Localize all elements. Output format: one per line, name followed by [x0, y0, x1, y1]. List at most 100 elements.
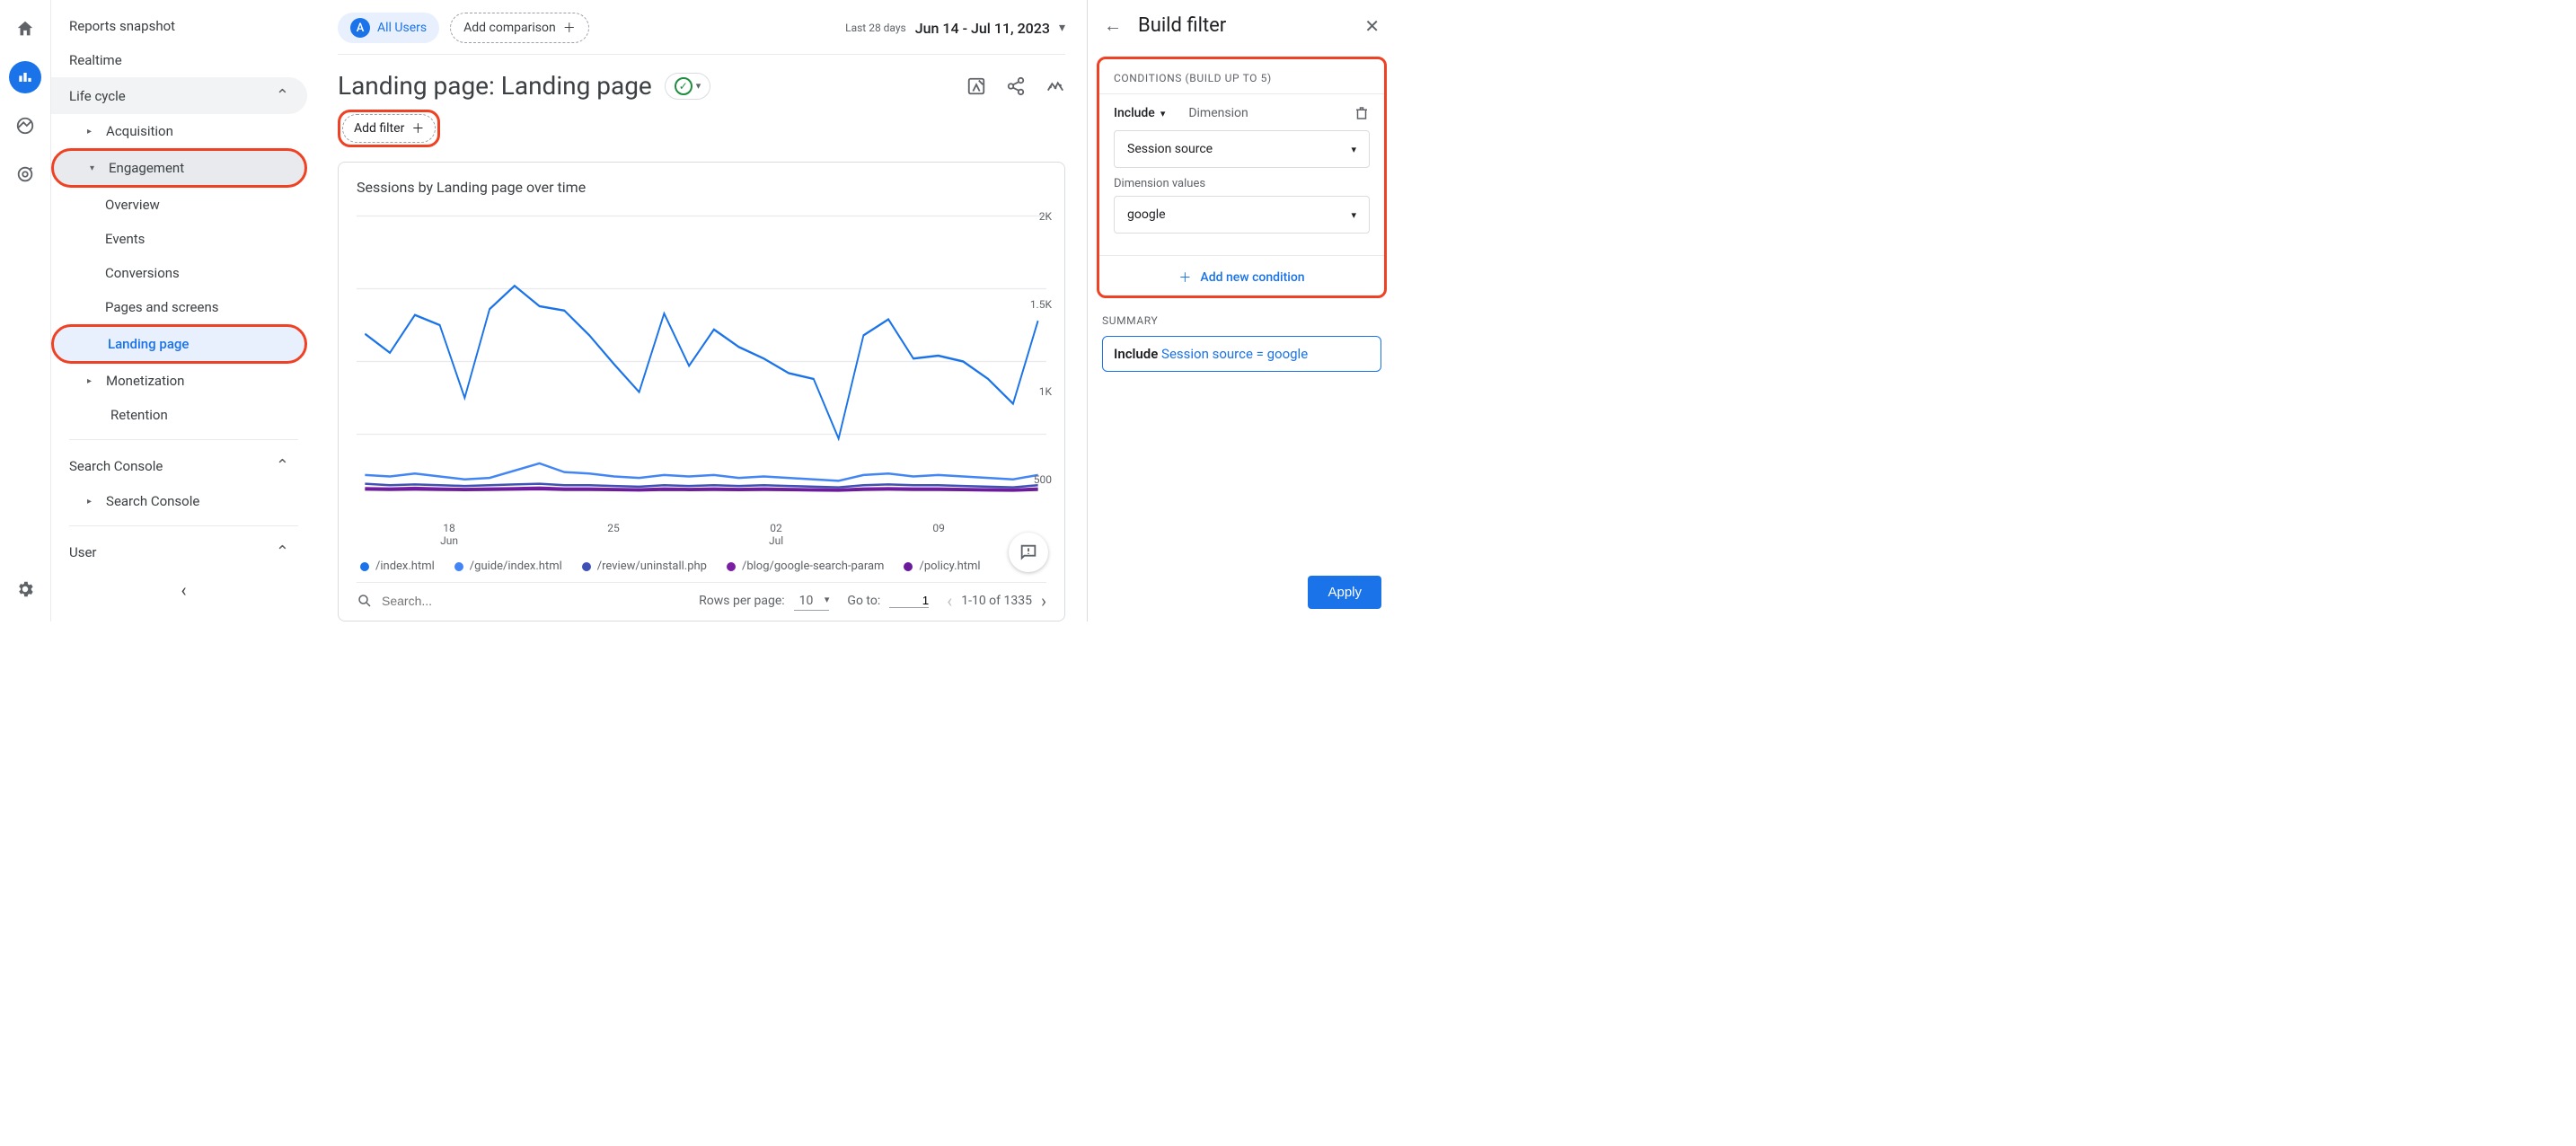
page-range: 1-10 of 1335: [961, 594, 1032, 608]
sidebar-section-label: User: [69, 544, 97, 560]
chevron-down-icon: ▾: [1059, 21, 1065, 35]
legend-item[interactable]: /review/uninstall.php: [582, 560, 707, 573]
sidebar-section-life-cycle[interactable]: Life cycle ⌃: [51, 77, 307, 114]
plus-icon: ＋: [1178, 269, 1191, 286]
legend-item[interactable]: /guide/index.html: [454, 560, 562, 573]
sidebar-section-label: Life cycle: [69, 88, 126, 104]
sidebar-item-overview[interactable]: Overview: [51, 188, 307, 222]
chevron-down-icon: ▾: [1351, 209, 1356, 221]
delete-condition-icon[interactable]: [1354, 105, 1370, 121]
sidebar-realtime[interactable]: Realtime: [51, 43, 316, 77]
caret-down-icon: ▾: [90, 163, 94, 173]
table-search-input[interactable]: [382, 594, 681, 608]
x-tick: 25: [607, 522, 620, 547]
legend-item[interactable]: /policy.html: [904, 560, 980, 573]
legend-item[interactable]: /blog/google-search-param: [727, 560, 885, 573]
add-condition-button[interactable]: ＋ Add new condition: [1099, 255, 1384, 295]
sidebar-item-label: Acquisition: [106, 123, 173, 139]
sidebar-section-label: Search Console: [69, 458, 163, 474]
legend-item[interactable]: /index.html: [360, 560, 435, 573]
sidebar-item-conversions[interactable]: Conversions: [51, 256, 307, 290]
summary-expression: Session source = google: [1161, 346, 1308, 362]
include-label: Include: [1114, 106, 1155, 120]
date-range-preset: Last 28 days: [845, 22, 906, 34]
date-range-value: Jun 14 - Jul 11, 2023: [915, 20, 1050, 37]
legend-dot: [727, 562, 736, 571]
sidebar-reports-snapshot[interactable]: Reports snapshot: [51, 9, 316, 43]
sidebar-item-label: Retention: [110, 407, 168, 423]
caret-right-icon: ▸: [87, 376, 92, 386]
sidebar-item-search-console[interactable]: ▸ Search Console: [51, 484, 307, 518]
conditions-header: CONDITIONS (BUILD UP TO 5): [1099, 59, 1384, 94]
legend-label: /policy.html: [919, 560, 980, 573]
y-tick: 500: [1025, 473, 1052, 486]
insights-icon[interactable]: [1045, 76, 1065, 96]
back-icon[interactable]: ←: [1104, 14, 1122, 37]
dimension-value-selected: google: [1127, 207, 1166, 222]
status-pill[interactable]: ✓ ▾: [665, 73, 711, 100]
add-condition-label: Add new condition: [1200, 270, 1304, 285]
feedback-button[interactable]: [1009, 533, 1048, 572]
legend-dot: [360, 562, 369, 571]
sidebar-item-monetization[interactable]: ▸ Monetization: [51, 364, 307, 398]
next-page-icon[interactable]: ›: [1041, 590, 1046, 612]
settings-icon[interactable]: [9, 573, 41, 605]
segment-letter: A: [350, 18, 370, 38]
y-tick: 1K: [1025, 385, 1052, 398]
collapse-sidebar-icon[interactable]: ‹: [51, 570, 316, 610]
dimension-value-select[interactable]: google ▾: [1114, 196, 1370, 234]
rows-per-page-select[interactable]: 10: [794, 592, 830, 611]
reports-icon[interactable]: [9, 61, 41, 93]
customize-icon[interactable]: [966, 76, 986, 96]
sidebar-item-retention[interactable]: Retention: [51, 398, 307, 432]
panel-title: Build filter: [1138, 14, 1348, 37]
sidebar-item-engagement[interactable]: ▾ Engagement: [51, 148, 307, 188]
explore-icon[interactable]: [9, 110, 41, 142]
advertising-icon[interactable]: [9, 158, 41, 190]
home-icon[interactable]: [9, 13, 41, 45]
add-comparison-button[interactable]: Add comparison ＋: [450, 13, 589, 43]
legend-label: /index.html: [375, 560, 435, 573]
caret-right-icon: ▸: [87, 497, 92, 507]
add-filter-button[interactable]: Add filter ＋: [342, 114, 436, 143]
chart-title: Sessions by Landing page over time: [357, 179, 1046, 196]
segment-chip[interactable]: A All Users: [338, 13, 439, 43]
dimension-value: Session source: [1127, 142, 1213, 156]
sidebar-item-events[interactable]: Events: [51, 222, 307, 256]
sidebar-section-search-console[interactable]: Search Console ⌃: [51, 447, 307, 484]
close-icon[interactable]: ✕: [1364, 15, 1380, 37]
date-range-picker[interactable]: Last 28 days Jun 14 - Jul 11, 2023 ▾: [845, 20, 1065, 37]
legend-label: /review/uninstall.php: [597, 560, 707, 573]
sidebar-item-landing-page[interactable]: Landing page: [51, 324, 307, 364]
share-icon[interactable]: [1006, 76, 1026, 96]
sidebar-item-label: Search Console: [106, 493, 199, 509]
page-title: Landing page: Landing page: [338, 71, 652, 101]
legend-label: /guide/index.html: [470, 560, 562, 573]
legend-dot: [454, 562, 463, 571]
chevron-down-icon: ▾: [1160, 108, 1166, 119]
rows-per-page-label: Rows per page:: [699, 594, 784, 608]
chevron-up-icon: ⌃: [276, 86, 289, 105]
sidebar-item-pages-screens[interactable]: Pages and screens: [51, 290, 307, 324]
sidebar-section-user[interactable]: User ⌃: [51, 533, 307, 570]
legend-dot: [904, 562, 913, 571]
x-tick: 02Jul: [769, 522, 783, 547]
dimension-heading: Dimension: [1188, 106, 1248, 120]
line-chart: [357, 205, 1046, 518]
x-tick: 18Jun: [440, 522, 458, 547]
include-exclude-select[interactable]: Include ▾: [1114, 106, 1165, 120]
goto-page-input[interactable]: [889, 594, 929, 608]
chevron-up-icon: ⌃: [276, 542, 289, 561]
apply-button[interactable]: Apply: [1308, 576, 1381, 609]
summary-label: SUMMARY: [1102, 314, 1381, 327]
summary-chip: Include Session source = google: [1102, 336, 1381, 372]
caret-right-icon: ▸: [87, 127, 92, 137]
sidebar-item-acquisition[interactable]: ▸ Acquisition: [51, 114, 307, 148]
dimension-select[interactable]: Session source ▾: [1114, 130, 1370, 168]
sidebar-item-label: Engagement: [109, 160, 184, 176]
dimension-values-label: Dimension values: [1114, 177, 1370, 190]
prev-page-icon[interactable]: ‹: [947, 590, 952, 612]
search-icon: [357, 593, 373, 609]
x-tick: 09: [932, 522, 945, 547]
sidebar-item-label: Monetization: [106, 373, 184, 389]
